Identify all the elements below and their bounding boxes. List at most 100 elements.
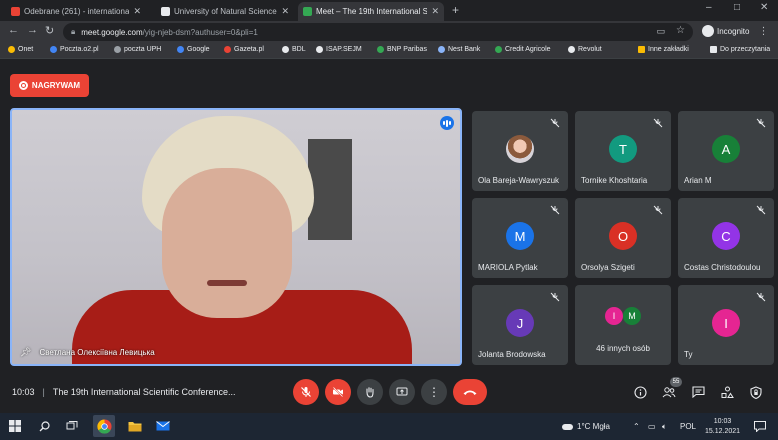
bookmark-bdl[interactable]: BDL	[282, 46, 306, 53]
participant-tile-costas[interactable]: C Costas Christodoulou	[678, 198, 774, 278]
language-indicator[interactable]: POL	[680, 422, 696, 431]
participant-name: MARIOLA Pytlak	[478, 263, 538, 272]
close-tab-icon[interactable]: ✕	[281, 6, 289, 17]
incognito-icon	[702, 25, 714, 37]
volume-icon[interactable]: 🔈︎	[662, 422, 667, 432]
isap-icon	[316, 46, 323, 53]
hand-icon	[366, 387, 374, 398]
credit-agricole-icon	[495, 46, 502, 53]
bookmark-credit-agricole[interactable]: Credit Agricole	[495, 46, 551, 53]
self-tile[interactable]: I Ty	[678, 285, 774, 365]
others-count-label: 46 innych osób	[596, 344, 650, 353]
bookmark-label: Inne zakładki	[648, 46, 689, 53]
participant-tile-jolanta[interactable]: J Jolanta Brodowska	[472, 285, 568, 365]
task-view-icon[interactable]	[64, 418, 80, 434]
camera-toggle-button[interactable]	[325, 379, 351, 405]
mic-off-icon	[653, 205, 663, 215]
reload-icon[interactable]: ↻	[45, 24, 54, 37]
bookmark-label: Nest Bank	[448, 46, 481, 53]
separator: |	[42, 387, 45, 397]
forward-arrow-icon[interactable]: →	[27, 24, 38, 36]
taskbar-time: 10:03	[713, 418, 732, 425]
participant-tile-ola[interactable]: Ola Bareja-Wawryszuk	[472, 111, 568, 191]
participant-name: Jolanta Brodowska	[478, 350, 546, 359]
mic-off-icon	[756, 205, 766, 215]
screen: Odebrane (261) - international.o ✕ Unive…	[0, 0, 778, 440]
camera-icon[interactable]: ▭	[656, 26, 665, 37]
bookmark-reading-list[interactable]: Do przeczytania	[710, 46, 770, 53]
speaking-indicator-icon	[440, 116, 454, 130]
windows-start-icon[interactable]	[7, 418, 23, 434]
bookmark-label: Revolut	[578, 46, 602, 53]
incognito-profile[interactable]: Incognito ⋮	[702, 25, 768, 37]
bookmark-poczta-uph[interactable]: poczta UPH	[114, 46, 161, 53]
leave-call-button[interactable]	[453, 379, 487, 405]
host-controls-button[interactable]	[748, 384, 764, 400]
recording-badge: NAGRYWAM	[10, 74, 89, 97]
bookmark-gazeta[interactable]: Gazeta.pl	[224, 46, 264, 53]
url-host: meet.google.com	[81, 27, 143, 37]
bookmark-poczta-o2[interactable]: Poczta.o2.pl	[50, 46, 99, 53]
raise-hand-button[interactable]	[357, 379, 383, 405]
bookmark-onet[interactable]: Onet	[8, 46, 33, 53]
search-icon[interactable]	[36, 418, 52, 434]
participant-tile-tornike[interactable]: T Tornike Khoshtaria	[575, 111, 671, 191]
bookmark-isap[interactable]: ISAP.SEJM	[316, 46, 362, 53]
main-speaker-video[interactable]: 📌︎ Светлана Олексіївна Левицька	[10, 108, 462, 366]
tray-up-arrow-icon[interactable]: ⌃	[633, 422, 640, 431]
chrome-taskbar-icon[interactable]	[93, 415, 115, 437]
bookmark-revolut[interactable]: Revolut	[568, 46, 602, 53]
main-speaker-name: Светлана Олексіївна Левицька	[39, 348, 155, 357]
file-explorer-icon[interactable]	[127, 418, 143, 434]
tab-university[interactable]: University of Natural Sciences and ✕	[156, 2, 294, 21]
windows-taskbar: 1°C Mgła ⌃ ▭ 🔈︎ POL 10:03 15.12.2021	[0, 413, 778, 440]
others-tile[interactable]: I M 46 innych osób	[575, 285, 671, 365]
close-tab-icon[interactable]: ✕	[133, 6, 141, 17]
tab-meet[interactable]: Meet – The 19th International Scien ✕	[298, 2, 444, 21]
bookmark-other[interactable]: Inne zakładki	[638, 46, 689, 53]
address-bar[interactable]: 🔒︎ meet.google.com /yig-njeb-dsm?authuse…	[63, 23, 693, 41]
gmail-icon	[11, 7, 20, 16]
meeting-details-button[interactable]	[632, 384, 648, 400]
weather-widget[interactable]: 1°C Mgła	[562, 422, 610, 431]
taskbar-clock[interactable]: 10:03 15.12.2021	[705, 417, 740, 437]
participant-tile-arian[interactable]: A Arian M	[678, 111, 774, 191]
minimize-button[interactable]: –	[706, 2, 712, 13]
bookmark-label: Google	[187, 46, 210, 53]
self-avatar: I	[712, 309, 740, 337]
participant-tile-mariola[interactable]: M MARIOLA Pytlak	[472, 198, 568, 278]
notifications-icon[interactable]	[752, 418, 768, 434]
back-arrow-icon[interactable]: ←	[8, 24, 19, 36]
new-tab-button[interactable]: +	[452, 3, 459, 17]
menu-dots-icon[interactable]: ⋮	[758, 26, 768, 37]
participant-avatar: T	[609, 135, 637, 163]
close-window-button[interactable]: ✕	[760, 2, 768, 13]
tab-gmail[interactable]: Odebrane (261) - international.o ✕	[6, 2, 146, 21]
chat-button[interactable]	[690, 384, 706, 400]
participant-name: Ola Bareja-Wawryszuk	[478, 176, 560, 185]
maximize-button[interactable]: □	[734, 2, 740, 13]
present-screen-button[interactable]	[389, 379, 415, 405]
mic-off-icon	[756, 292, 766, 302]
mail-icon[interactable]	[155, 418, 171, 434]
pin-icon[interactable]: 📌︎	[20, 347, 31, 358]
mic-off-icon	[756, 118, 766, 128]
participant-tile-orsolya[interactable]: O Orsolya Szigeti	[575, 198, 671, 278]
folder-icon	[638, 46, 645, 53]
nest-bank-icon	[438, 46, 445, 53]
bookmark-label: BDL	[292, 46, 306, 53]
record-icon	[18, 81, 28, 90]
close-tab-icon[interactable]: ✕	[431, 6, 439, 17]
star-icon[interactable]: ☆	[676, 25, 685, 36]
bookmark-bnp[interactable]: BNP Paribas	[377, 46, 427, 53]
activities-button[interactable]	[719, 384, 735, 400]
mic-toggle-button[interactable]	[293, 379, 319, 405]
more-options-button[interactable]: ⋮	[421, 379, 447, 405]
reading-list-icon	[710, 46, 717, 53]
bookmark-google[interactable]: Google	[177, 46, 210, 53]
network-icon[interactable]: ▭	[648, 422, 656, 431]
participant-avatar: A	[712, 135, 740, 163]
bookmark-nest-bank[interactable]: Nest Bank	[438, 46, 480, 53]
tab-title: Odebrane (261) - international.o	[24, 7, 130, 16]
bookmark-label: Gazeta.pl	[234, 46, 264, 53]
